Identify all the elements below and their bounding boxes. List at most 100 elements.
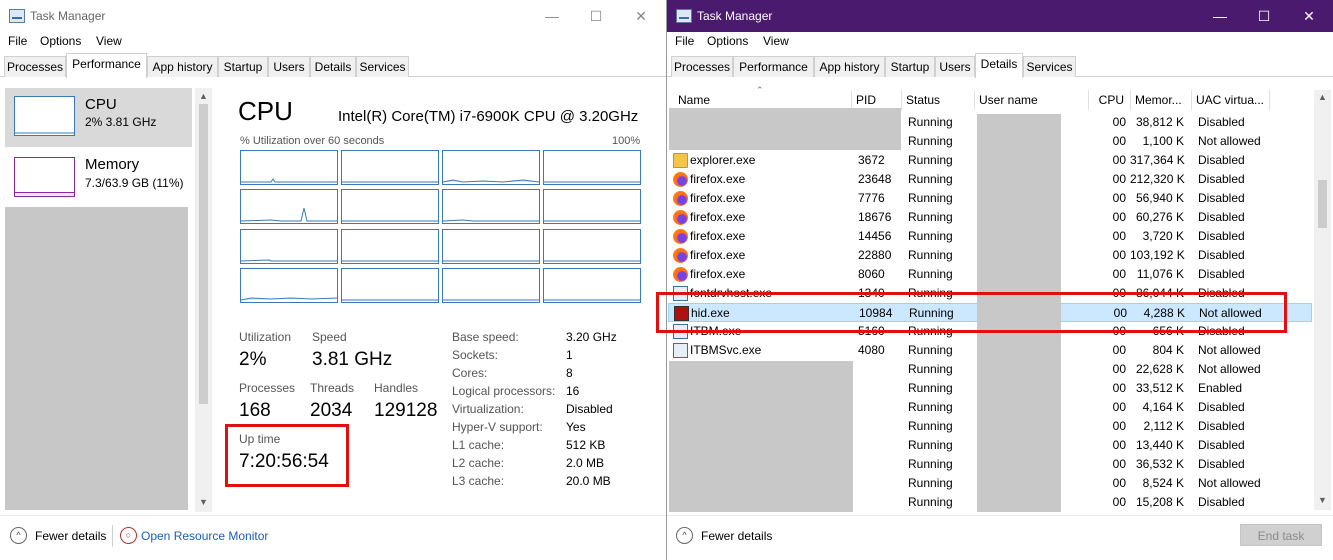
- hid-row-highlight-box: [656, 292, 1287, 333]
- spec-value: 2.0 MB: [566, 456, 605, 470]
- process-cpu: 00: [1112, 115, 1126, 129]
- menu-file[interactable]: File: [675, 34, 694, 48]
- open-resource-monitor-link[interactable]: Open Resource Monitor: [141, 529, 268, 543]
- end-task-button[interactable]: End task: [1240, 524, 1322, 546]
- process-cpu: 00: [1112, 419, 1126, 433]
- close-icon[interactable]: ✕: [1294, 6, 1324, 26]
- resource-monitor-icon: ○: [120, 527, 137, 544]
- tab-services[interactable]: Services: [1023, 56, 1076, 77]
- spec-value: Disabled: [566, 402, 613, 416]
- fewer-details-link[interactable]: Fewer details: [701, 529, 772, 543]
- column-header-status[interactable]: Status: [902, 90, 975, 110]
- column-header-user-name[interactable]: User name: [975, 90, 1089, 110]
- tab-app-history[interactable]: App history: [814, 56, 885, 77]
- utilization-label: Utilization: [239, 330, 292, 344]
- process-status: Running: [908, 362, 953, 376]
- scroll-up-icon[interactable]: ▲: [195, 91, 212, 101]
- spec-label: L1 cache:: [452, 438, 505, 452]
- scroll-up-icon[interactable]: ▲: [1314, 92, 1331, 102]
- close-icon[interactable]: ✕: [626, 6, 656, 26]
- spec-value: 3.20 GHz: [566, 330, 617, 344]
- processes-label: Processes: [239, 381, 296, 395]
- scroll-down-icon[interactable]: ▼: [1314, 495, 1331, 505]
- tab-services[interactable]: Services: [356, 56, 409, 77]
- column-header-name[interactable]: Name: [674, 90, 852, 110]
- process-cpu: 00: [1112, 134, 1126, 148]
- spec-label: Logical processors:: [452, 384, 556, 398]
- tab-performance[interactable]: Performance: [733, 56, 814, 77]
- chevron-up-icon[interactable]: ^: [10, 527, 27, 544]
- process-uac: Enabled: [1198, 381, 1243, 395]
- scroll-thumb[interactable]: [1318, 180, 1327, 228]
- sidebar-item-memory[interactable]: Memory 7.3/63.9 GB (11%): [5, 151, 192, 205]
- process-cpu: 00: [1112, 343, 1126, 357]
- process-memory: 33,512 K: [1135, 381, 1184, 395]
- process-status: Running: [908, 419, 953, 433]
- core-graph: [543, 229, 641, 264]
- spec-label: Base speed:: [452, 330, 519, 344]
- menu-view[interactable]: View: [763, 34, 789, 48]
- process-uac: Disabled: [1198, 495, 1245, 509]
- column-header-uac-virtualization[interactable]: UAC virtua...: [1192, 90, 1270, 110]
- tab-processes[interactable]: Processes: [671, 56, 733, 77]
- tab-details[interactable]: Details: [310, 56, 356, 77]
- process-pid: [858, 493, 908, 512]
- sidebar-item-cpu[interactable]: CPU 2% 3.81 GHz: [5, 88, 192, 147]
- tab-processes[interactable]: Processes: [4, 56, 66, 77]
- menu-view[interactable]: View: [96, 34, 122, 48]
- process-uac: Disabled: [1198, 191, 1245, 205]
- process-pid: 3672: [858, 153, 885, 167]
- process-memory: 22,628 K: [1135, 362, 1184, 376]
- minimize-icon[interactable]: —: [1205, 6, 1235, 26]
- tab-details[interactable]: Details: [975, 53, 1023, 78]
- details-scrollbar[interactable]: ▲ ▼: [1314, 90, 1331, 510]
- chevron-up-icon[interactable]: ^: [676, 527, 693, 544]
- process-uac: Disabled: [1198, 229, 1245, 243]
- core-graph: [543, 189, 641, 224]
- tab-users[interactable]: Users: [268, 56, 310, 77]
- scroll-down-icon[interactable]: ▼: [195, 497, 212, 507]
- process-uac: Not allowed: [1198, 134, 1261, 148]
- process-status: Running: [908, 172, 953, 186]
- core-graph: [543, 268, 641, 303]
- process-cpu: 00: [1112, 210, 1126, 224]
- task-manager-icon: [676, 9, 692, 23]
- process-uac: Disabled: [1198, 210, 1245, 224]
- sidebar-scrollbar[interactable]: ▲ ▼: [195, 88, 212, 512]
- process-memory: 1,100 K: [1142, 134, 1184, 148]
- process-cpu: 00: [1112, 229, 1126, 243]
- process-cpu: 00: [1112, 267, 1126, 281]
- spec-label: Hyper-V support:: [452, 420, 543, 434]
- process-status: Running: [908, 210, 953, 224]
- core-graph: [240, 189, 338, 224]
- menu-options[interactable]: Options: [707, 34, 748, 48]
- minimize-icon[interactable]: —: [537, 6, 567, 26]
- menu-options[interactable]: Options: [40, 34, 81, 48]
- scroll-thumb[interactable]: [199, 104, 208, 404]
- column-header-cpu[interactable]: CPU: [1089, 90, 1131, 110]
- tab-app-history[interactable]: App history: [147, 56, 218, 77]
- process-memory: 15,208 K: [1135, 495, 1184, 509]
- spec-value: 8: [566, 366, 573, 380]
- process-name: firefox.exe: [690, 229, 746, 243]
- process-status: Running: [908, 495, 953, 509]
- sidebar-cpu-subtitle: 2% 3.81 GHz: [85, 115, 157, 129]
- task-manager-icon: [9, 9, 25, 23]
- process-cpu: 00: [1112, 172, 1126, 186]
- memory-sparkline: [14, 157, 75, 197]
- process-status: Running: [908, 438, 953, 452]
- fewer-details-link[interactable]: Fewer details: [35, 529, 106, 543]
- process-memory: 804 K: [1152, 343, 1184, 357]
- process-cpu: 00: [1112, 438, 1126, 452]
- column-header-pid[interactable]: PID: [852, 90, 902, 110]
- maximize-icon[interactable]: ☐: [1249, 6, 1279, 26]
- process-pid: 18676: [858, 210, 892, 224]
- tab-users[interactable]: Users: [935, 56, 975, 77]
- process-pid: [858, 417, 908, 436]
- column-header-memory[interactable]: Memor...: [1131, 90, 1192, 110]
- tab-startup[interactable]: Startup: [218, 56, 268, 77]
- tab-startup[interactable]: Startup: [885, 56, 935, 77]
- maximize-icon[interactable]: ☐: [581, 6, 611, 26]
- menu-file[interactable]: File: [8, 34, 27, 48]
- tab-performance[interactable]: Performance: [66, 53, 147, 78]
